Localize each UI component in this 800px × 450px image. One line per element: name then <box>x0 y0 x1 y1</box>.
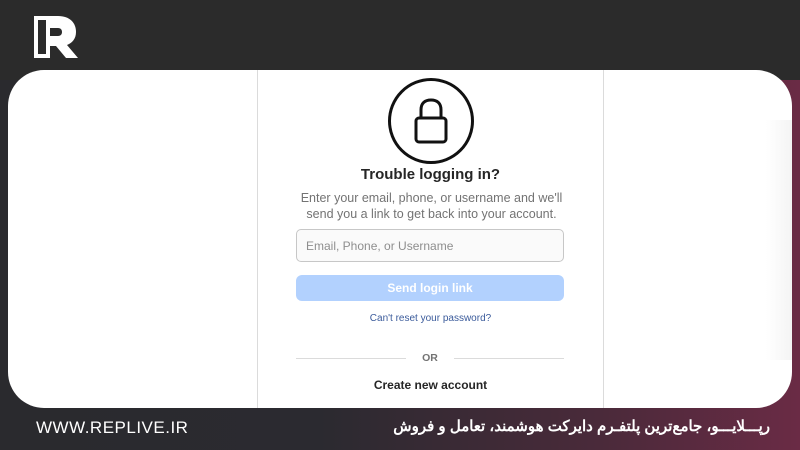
website-url: WWW.REPLIVE.IR <box>36 418 189 437</box>
side-shade <box>766 120 792 360</box>
screenshot-card: Trouble logging in? Enter your email, ph… <box>8 70 792 408</box>
or-divider: OR <box>296 352 564 366</box>
lock-icon <box>388 78 474 164</box>
instructions-text: Enter your email, phone, or username and… <box>300 191 563 221</box>
page-title: Trouble logging in? <box>360 166 501 183</box>
top-band <box>0 0 800 80</box>
send-login-link-button[interactable]: Send login link <box>296 275 564 301</box>
brand-tagline: رپـــلایـــو، جامع‌ترین پلتفـرم دایرکت ه… <box>393 418 770 435</box>
identifier-input[interactable] <box>296 229 564 262</box>
replive-logo-icon <box>32 12 82 60</box>
divider-line-right <box>454 358 564 359</box>
reset-password-panel: Trouble logging in? Enter your email, ph… <box>257 70 604 408</box>
cant-reset-password-link[interactable]: Can't reset your password? <box>258 313 603 324</box>
create-account-link[interactable]: Create new account <box>258 378 603 392</box>
